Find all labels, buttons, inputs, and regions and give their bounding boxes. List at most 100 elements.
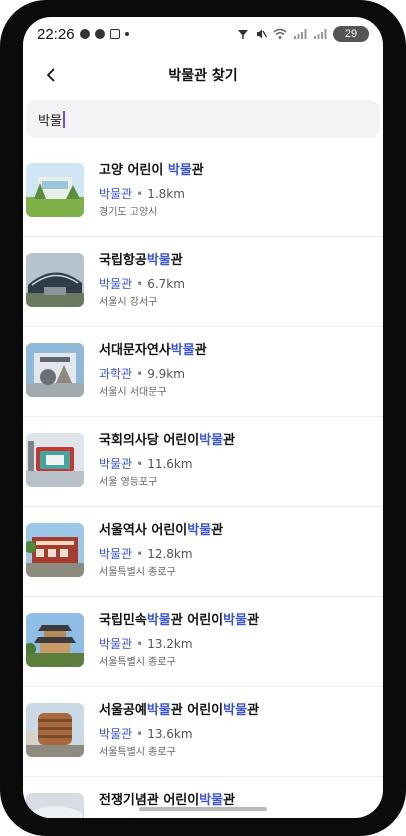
museum-name: 국립항공박물관 bbox=[99, 252, 379, 270]
page-title: 박물관 찾기 bbox=[168, 68, 238, 84]
status-bar: 22:26 29 bbox=[23, 17, 383, 51]
name-highlight: 박물 bbox=[146, 703, 171, 718]
museum-meta: 박물관 • 13.2km bbox=[99, 636, 379, 652]
name-highlight: 박물 bbox=[223, 613, 248, 628]
museum-category: 박물관 bbox=[99, 277, 133, 291]
museum-distance: 11.6km bbox=[147, 457, 193, 471]
name-text: 관 bbox=[223, 793, 236, 808]
museum-thumbnail bbox=[26, 523, 84, 577]
status-left: 22:26 bbox=[37, 26, 129, 43]
museum-name: 서대문자연사박물관 bbox=[99, 342, 379, 360]
name-text: 관 bbox=[223, 433, 236, 448]
museum-name: 서울역사 어린이박물관 bbox=[99, 522, 379, 540]
battery-icon: 29 bbox=[333, 26, 369, 42]
museum-meta: 과학관 • 9.9km bbox=[99, 366, 379, 382]
phone-frame: 22:26 29 박물관 찾기 박물 고양 어린이 박물관 박물관 • 1.8k… bbox=[0, 0, 406, 836]
status-right: 29 bbox=[237, 26, 369, 42]
museum-meta: 박물관 • 15.0km bbox=[99, 816, 379, 818]
museum-meta: 박물관 • 12.8km bbox=[99, 546, 379, 562]
museum-name: 국립민속박물관 어린이박물관 bbox=[99, 612, 379, 630]
name-text: 서울역사 어린이 bbox=[99, 523, 188, 538]
name-text: 국립민속 bbox=[99, 613, 147, 628]
museum-distance: 13.2km bbox=[147, 637, 193, 651]
meta-separator: • bbox=[136, 457, 144, 471]
list-item[interactable]: 고양 어린이 박물관 박물관 • 1.8km 경기도 고양시 bbox=[23, 147, 383, 237]
status-time: 22:26 bbox=[37, 25, 75, 43]
museum-thumbnail bbox=[26, 163, 84, 217]
name-highlight: 박물 bbox=[167, 163, 192, 178]
name-text: 국립항공 bbox=[99, 253, 147, 268]
museum-distance: 13.6km bbox=[147, 727, 193, 741]
volume-button-2 bbox=[0, 275, 6, 330]
signal-icon bbox=[294, 29, 307, 39]
meta-separator: • bbox=[136, 277, 144, 291]
meta-separator: • bbox=[136, 547, 144, 561]
name-highlight: 박물 bbox=[146, 253, 171, 268]
meta-separator: • bbox=[136, 187, 144, 201]
museum-location: 서울시 서대문구 bbox=[99, 387, 167, 398]
name-highlight: 박물 bbox=[187, 523, 212, 538]
museum-thumbnail bbox=[26, 703, 84, 757]
search-input[interactable]: 박물 bbox=[26, 100, 380, 138]
museum-location: 서울시 강서구 bbox=[99, 297, 158, 308]
power-button bbox=[400, 245, 406, 335]
museum-distance: 1.8km bbox=[147, 187, 185, 201]
museum-category: 박물관 bbox=[99, 727, 133, 741]
name-text: 관 bbox=[191, 163, 204, 178]
name-text: 전쟁기념관 어린이 bbox=[99, 793, 200, 808]
back-arrow-icon bbox=[47, 68, 55, 82]
more-notifications-icon bbox=[124, 32, 129, 36]
search-value: 박물 bbox=[38, 113, 62, 129]
museum-distance: 15.0km bbox=[147, 817, 192, 818]
name-text: 관 bbox=[211, 523, 224, 538]
meta-separator: • bbox=[136, 367, 144, 381]
list-item[interactable]: 국회의사당 어린이박물관 박물관 • 11.6km 서울 영등포구 bbox=[23, 417, 383, 507]
museum-category: 박물관 bbox=[99, 457, 133, 471]
list-item[interactable]: 서대문자연사박물관과학관 • 9.9km 서울시 서대문구 bbox=[23, 327, 383, 417]
museum-info: 서울역사 어린이박물관 박물관 • 12.8km 서울특별시 종로구 bbox=[99, 522, 379, 580]
museum-location: 서울특별시 종로구 bbox=[99, 567, 176, 578]
name-text: 서대문자연사 bbox=[99, 343, 171, 358]
museum-distance: 6.7km bbox=[147, 277, 185, 291]
list-item[interactable]: 전쟁기념관 어린이박물관박물관•15.0km bbox=[23, 777, 383, 818]
back-button[interactable] bbox=[37, 61, 65, 89]
app-bar: 박물관 찾기 bbox=[23, 51, 383, 99]
home-indicator[interactable] bbox=[139, 807, 267, 811]
mute-icon bbox=[257, 29, 267, 39]
museum-distance: 9.9km bbox=[147, 367, 185, 381]
meta-separator: • bbox=[136, 817, 143, 818]
museum-thumbnail bbox=[26, 613, 84, 667]
museum-info: 서대문자연사박물관과학관 • 9.9km 서울시 서대문구 bbox=[99, 342, 379, 400]
list-item[interactable]: 서울공예박물관 어린이박물관 박물관 • 13.6km 서울특별시 종로구 bbox=[23, 687, 383, 777]
museum-meta: 박물관 • 11.6km bbox=[99, 456, 379, 472]
name-highlight: 박물 bbox=[146, 613, 171, 628]
museum-name: 고양 어린이 박물관 bbox=[99, 162, 379, 180]
screenshot-icon bbox=[109, 29, 120, 39]
meta-separator: • bbox=[136, 637, 144, 651]
museum-location: 서울특별시 종로구 bbox=[99, 657, 176, 668]
museum-name: 국회의사당 어린이박물관 bbox=[99, 432, 379, 450]
list-item[interactable]: 국립항공박물관박물관 • 6.7km 서울시 강서구 bbox=[23, 237, 383, 327]
name-text: 고양 어린이 bbox=[99, 163, 168, 178]
name-highlight: 박물 bbox=[223, 703, 248, 718]
museum-meta: 박물관 • 13.6km bbox=[99, 726, 379, 742]
list-item[interactable]: 국립민속박물관 어린이박물관 박물관 • 13.2km 서울특별시 종로구 bbox=[23, 597, 383, 687]
signal-icon-2 bbox=[314, 29, 327, 39]
result-list: 고양 어린이 박물관 박물관 • 1.8km 경기도 고양시 국립항공박물관 박물관 • 6.7… bbox=[23, 147, 383, 818]
name-text: 관 bbox=[247, 613, 260, 628]
name-text: 관 bbox=[194, 343, 207, 358]
museum-name: 서울공예박물관 어린이박물관 bbox=[99, 702, 379, 720]
battery-level: 29 bbox=[344, 28, 358, 40]
name-highlight: 박물 bbox=[170, 343, 195, 358]
museum-location: 경기도 고양시 bbox=[99, 207, 158, 218]
museum-thumbnail bbox=[26, 253, 84, 307]
list-item[interactable]: 서울역사 어린이박물관 박물관 • 12.8km 서울특별시 종로구 bbox=[23, 507, 383, 597]
name-text: 관 어린이 bbox=[170, 703, 224, 718]
message-icon bbox=[79, 29, 90, 39]
museum-info: 국립민속박물관 어린이박물관 박물관 • 13.2km 서울특별시 종로구 bbox=[99, 612, 379, 670]
museum-info: 서울공예박물관 어린이박물관 박물관 • 13.6km 서울특별시 종로구 bbox=[99, 702, 379, 760]
name-text: 관 어린이 bbox=[170, 613, 224, 628]
name-text: 서울공예 bbox=[99, 703, 147, 718]
museum-meta: 박물관 • 1.8km bbox=[99, 186, 379, 202]
museum-category: 박물관 bbox=[99, 547, 133, 561]
